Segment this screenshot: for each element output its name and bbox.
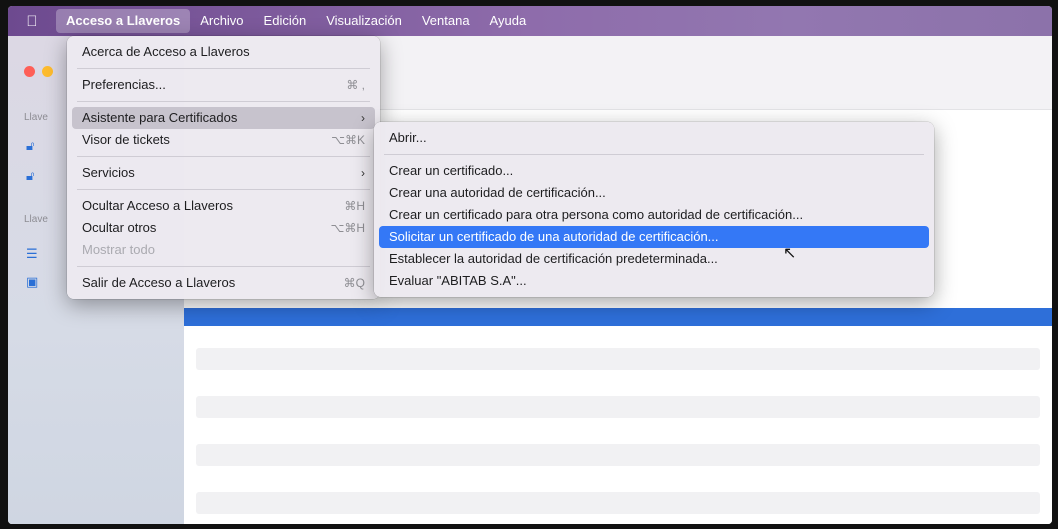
menu-item-label: Visor de tickets <box>82 132 170 147</box>
menu-separator <box>77 156 370 157</box>
menu-item-preferences[interactable]: Preferencias... ⌘ , <box>72 74 375 96</box>
menu-archivo[interactable]: Archivo <box>190 9 253 33</box>
menu-item-label: Preferencias... <box>82 77 166 92</box>
menu-item-label: Salir de Acceso a Llaveros <box>82 275 236 290</box>
submenu-item-create-cert-for-other[interactable]: Crear un certificado para otra persona c… <box>379 204 929 226</box>
menu-item-about[interactable]: Acerca de Acceso a Llaveros <box>72 41 375 63</box>
table-row[interactable] <box>196 492 1040 514</box>
menu-shortcut: ⌥⌘H <box>330 221 366 235</box>
menu-shortcut: ⌘ , <box>346 78 365 92</box>
chevron-right-icon: › <box>361 111 365 125</box>
menu-shortcut: ⌥⌘K <box>331 133 365 147</box>
menu-item-hide-others[interactable]: Ocultar otros ⌥⌘H <box>72 217 375 239</box>
menu-item-certificate-assistant[interactable]: Asistente para Certificados › <box>72 107 375 129</box>
close-window-button[interactable] <box>24 66 35 77</box>
menu-shortcut: ⌘H <box>344 199 365 213</box>
screen:  Acceso a Llaveros Archivo Edición Visu… <box>8 6 1052 524</box>
menu-ayuda[interactable]: Ayuda <box>480 9 537 33</box>
sidebar-section-label: Llave <box>24 112 48 123</box>
submenu-item-open[interactable]: Abrir... <box>379 127 929 149</box>
password-icon[interactable]: ☰ <box>26 246 38 262</box>
menu-item-quit[interactable]: Salir de Acceso a Llaveros ⌘Q <box>72 272 375 294</box>
menu-item-label: Mostrar todo <box>82 242 155 257</box>
menu-separator <box>77 68 370 69</box>
menu-item-label: Acerca de Acceso a Llaveros <box>82 44 250 59</box>
submenu-item-request-certificate[interactable]: Solicitar un certificado de una autorida… <box>379 226 929 248</box>
menu-separator <box>77 266 370 267</box>
minimize-window-button[interactable] <box>42 66 53 77</box>
table-row[interactable] <box>196 396 1040 418</box>
menu-item-label: Servicios <box>82 165 135 180</box>
menu-edicion[interactable]: Edición <box>254 9 317 33</box>
menu-app[interactable]: Acceso a Llaveros <box>56 9 191 33</box>
menu-separator <box>77 189 370 190</box>
menu-separator <box>77 101 370 102</box>
menu-item-show-all: Mostrar todo <box>72 239 375 261</box>
certificate-icon[interactable]: ▣ <box>26 274 38 290</box>
apple-icon[interactable]:  <box>8 13 56 30</box>
selected-row[interactable] <box>184 308 1052 326</box>
menu-separator <box>384 154 924 155</box>
sidebar-section-label: Llave <box>24 214 48 225</box>
menu-item-hide-app[interactable]: Ocultar Acceso a Llaveros ⌘H <box>72 195 375 217</box>
menu-item-label: Ocultar Acceso a Llaveros <box>82 198 234 213</box>
submenu-item-set-default-ca[interactable]: Establecer la autoridad de certificación… <box>379 248 929 270</box>
certificate-assistant-submenu: Abrir... Crear un certificado... Crear u… <box>374 122 934 297</box>
unlock-icon[interactable]: 🔓︎ <box>26 168 34 184</box>
menu-bar:  Acceso a Llaveros Archivo Edición Visu… <box>8 6 1052 36</box>
menu-item-services[interactable]: Servicios › <box>72 162 375 184</box>
mouse-cursor-icon: ↖ <box>783 245 797 262</box>
menu-ventana[interactable]: Ventana <box>412 9 480 33</box>
table-row[interactable] <box>196 348 1040 370</box>
menu-item-label: Asistente para Certificados <box>82 110 238 125</box>
unlock-icon[interactable]: 🔓︎ <box>26 138 34 154</box>
menu-item-ticket-viewer[interactable]: Visor de tickets ⌥⌘K <box>72 129 375 151</box>
menu-visualizacion[interactable]: Visualización <box>316 9 412 33</box>
menu-shortcut: ⌘Q <box>343 276 365 290</box>
table-row[interactable] <box>196 444 1040 466</box>
chevron-right-icon: › <box>361 166 365 180</box>
submenu-item-create-certificate[interactable]: Crear un certificado... <box>379 160 929 182</box>
menu-item-label: Ocultar otros <box>82 220 157 235</box>
submenu-item-create-ca[interactable]: Crear una autoridad de certificación... <box>379 182 929 204</box>
submenu-item-evaluate[interactable]: Evaluar "ABITAB S.A"... <box>379 270 929 292</box>
app-menu: Acerca de Acceso a Llaveros Preferencias… <box>67 36 380 299</box>
